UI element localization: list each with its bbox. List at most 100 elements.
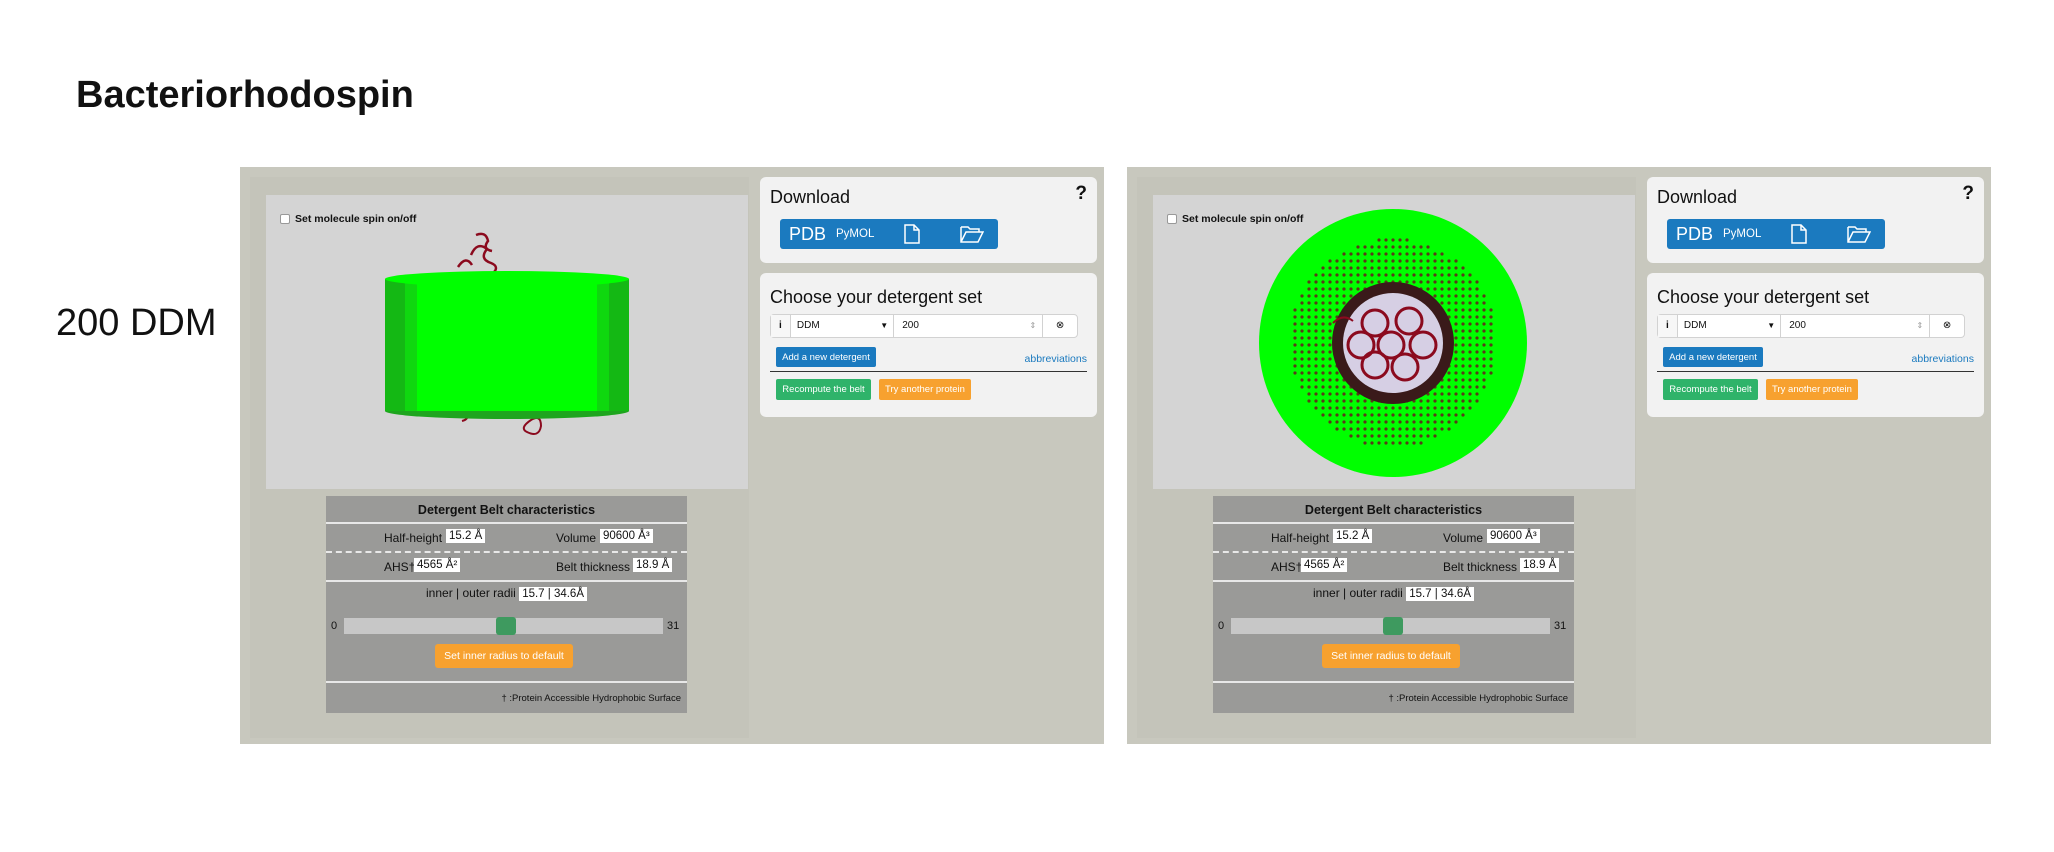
detergent-dot [1370, 245, 1374, 249]
detergent-dot [1405, 406, 1409, 410]
info-icon[interactable]: i [1658, 315, 1678, 337]
detergent-dot [1440, 406, 1444, 410]
detergent-dot [1314, 364, 1318, 368]
detergent-dot [1384, 273, 1388, 277]
detergent-dot [1349, 420, 1353, 424]
remove-detergent-icon[interactable]: ⊗ [1043, 315, 1077, 337]
detergent-dot [1454, 350, 1458, 354]
detergent-dot [1356, 413, 1360, 417]
detergent-dot [1391, 273, 1395, 277]
stepper-icon[interactable]: ⇕ [1917, 315, 1924, 337]
detergent-dot [1482, 315, 1486, 319]
detergent-dot [1363, 252, 1367, 256]
detergent-dot [1475, 350, 1479, 354]
detergent-dot [1482, 385, 1486, 389]
try-another-protein-button[interactable]: Try another protein [1766, 379, 1858, 400]
pdb-download-button[interactable]: PDB [789, 224, 826, 245]
stepper-icon[interactable]: ⇕ [1030, 315, 1037, 337]
info-icon[interactable]: i [771, 315, 791, 337]
detergent-dot [1307, 315, 1311, 319]
detergent-dot [1419, 434, 1423, 438]
detergent-dot [1363, 413, 1367, 417]
detergent-dot [1363, 245, 1367, 249]
detergent-dot [1307, 343, 1311, 347]
remove-detergent-icon[interactable]: ⊗ [1930, 315, 1964, 337]
detergent-dot [1440, 385, 1444, 389]
detergent-dot [1412, 413, 1416, 417]
detergent-dot [1363, 434, 1367, 438]
belt-footnote: † :Protein Accessible Hydrophobic Surfac… [326, 681, 687, 713]
abbreviations-link[interactable]: abbreviations [1025, 353, 1087, 365]
detergent-dot [1293, 364, 1297, 368]
detergent-dot [1377, 406, 1381, 410]
set-inner-radius-default-button[interactable]: Set inner radius to default [1322, 644, 1460, 668]
detergent-dot [1391, 427, 1395, 431]
detergent-dot [1300, 371, 1304, 375]
detergent-dot [1384, 266, 1388, 270]
detergent-dot [1419, 420, 1423, 424]
detergent-dot [1300, 364, 1304, 368]
detergent-dot [1328, 385, 1332, 389]
detergent-dot [1482, 336, 1486, 340]
detergent-dot [1426, 252, 1430, 256]
detergent-dot [1454, 336, 1458, 340]
detergent-dot [1377, 427, 1381, 431]
detergent-dot [1426, 434, 1430, 438]
inner-radius-slider[interactable] [344, 617, 663, 635]
add-detergent-button[interactable]: Add a new detergent [776, 347, 876, 367]
detergent-dot [1405, 434, 1409, 438]
page-title: Bacteriorhodospin [76, 74, 414, 116]
protein-core [1343, 293, 1443, 393]
detergent-dot [1377, 238, 1381, 242]
detergent-dot [1349, 259, 1353, 263]
detergent-dot [1300, 329, 1304, 333]
detergent-dot [1293, 350, 1297, 354]
detergent-dot [1321, 280, 1325, 284]
pdb-download-button[interactable]: PDB [1676, 224, 1713, 245]
detergent-dot [1328, 420, 1332, 424]
inner-radius-slider[interactable] [1231, 617, 1550, 635]
detergent-dot [1335, 266, 1339, 270]
detergent-dot [1426, 399, 1430, 403]
detergent-dot [1440, 287, 1444, 291]
pymol-download-button[interactable]: PyMOL [1723, 228, 1761, 240]
abbreviations-link[interactable]: abbreviations [1912, 353, 1974, 365]
set-inner-radius-default-button[interactable]: Set inner radius to default [435, 644, 573, 668]
add-detergent-button[interactable]: Add a new detergent [1663, 347, 1763, 367]
file-icon[interactable] [1791, 224, 1807, 244]
detergent-dot [1461, 329, 1465, 333]
slider-handle[interactable] [495, 617, 516, 635]
help-icon[interactable]: ? [1962, 183, 1974, 205]
detergent-select[interactable]: DDM ▼ [1678, 315, 1782, 337]
belt-shade-left [385, 279, 405, 411]
detergent-select[interactable]: DDM ▼ [791, 315, 895, 337]
file-icon[interactable] [904, 224, 920, 244]
folder-open-icon[interactable] [1847, 225, 1871, 243]
detergent-dot [1482, 301, 1486, 305]
detergent-dot [1384, 245, 1388, 249]
detergent-dot [1321, 329, 1325, 333]
detergent-dot [1363, 441, 1367, 445]
detergent-dot [1454, 378, 1458, 382]
recompute-belt-button[interactable]: Recompute the belt [776, 379, 871, 400]
recompute-belt-button[interactable]: Recompute the belt [1663, 379, 1758, 400]
pymol-download-button[interactable]: PyMOL [836, 228, 874, 240]
folder-open-icon[interactable] [960, 225, 984, 243]
detergent-dot [1370, 406, 1374, 410]
detergent-dot [1307, 329, 1311, 333]
quantity-input[interactable]: 200 ⇕ [894, 315, 1044, 337]
detergent-dot [1377, 413, 1381, 417]
detergent-dot [1293, 371, 1297, 375]
belt-row-1: Half-height 15.2 Å Volume 90600 Å³ [1213, 524, 1574, 553]
belt-row-2: AHS† 4565 Å² Belt thickness 18.9 Å [326, 553, 687, 582]
molecule-viewer[interactable]: Set molecule spin on/off [1153, 195, 1635, 489]
quantity-input[interactable]: 200 ⇕ [1781, 315, 1931, 337]
detergent-dot [1412, 441, 1416, 445]
try-another-protein-button[interactable]: Try another protein [879, 379, 971, 400]
molecule-viewer[interactable]: Set molecule spin on/off [266, 195, 748, 489]
help-icon[interactable]: ? [1075, 183, 1087, 205]
detergent-dot [1433, 392, 1437, 396]
slider-handle[interactable] [1382, 617, 1403, 635]
detergent-dot [1314, 322, 1318, 326]
detergent-dot [1300, 357, 1304, 361]
